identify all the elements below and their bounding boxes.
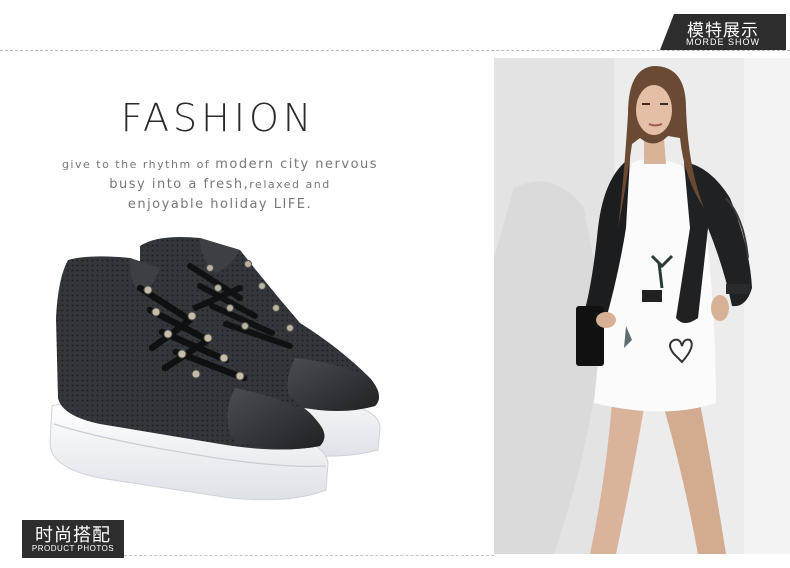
tagline-line-1-large: modern city nervous <box>215 157 379 172</box>
product-photos-tag: 时尚搭配 PRODUCT PHOTOS <box>22 520 124 558</box>
bottom-divider <box>124 555 494 556</box>
top-divider <box>0 50 790 51</box>
tagline-line-1-small: give to the rhythm of <box>61 158 216 171</box>
product-sneakers-image <box>40 228 390 518</box>
fashion-headline: FASHION <box>120 96 316 140</box>
tagline-line-3-text: enjoyable holiday LIFE. <box>127 197 313 212</box>
tagline-line-1: give to the rhythm of modern city nervou… <box>40 153 400 172</box>
tagline-line-2-small: relaxed and <box>249 178 331 191</box>
product-photos-subtitle: PRODUCT PHOTOS <box>31 544 115 553</box>
tagline-line-3: enjoyable holiday LIFE. <box>40 193 400 212</box>
model-photo <box>494 58 790 554</box>
tagline-line-2-large: busy into a fresh, <box>109 177 250 192</box>
model-show-tag: 模特展示 MORDE SHOW <box>660 14 786 50</box>
tagline-line-2: busy into a fresh,relaxed and <box>40 173 400 192</box>
product-detail-page: 模特展示 MORDE SHOW FASHION give to the rhyt… <box>0 0 790 568</box>
dress-patch-label <box>642 290 662 302</box>
model-show-subtitle: MORDE SHOW <box>686 37 760 47</box>
